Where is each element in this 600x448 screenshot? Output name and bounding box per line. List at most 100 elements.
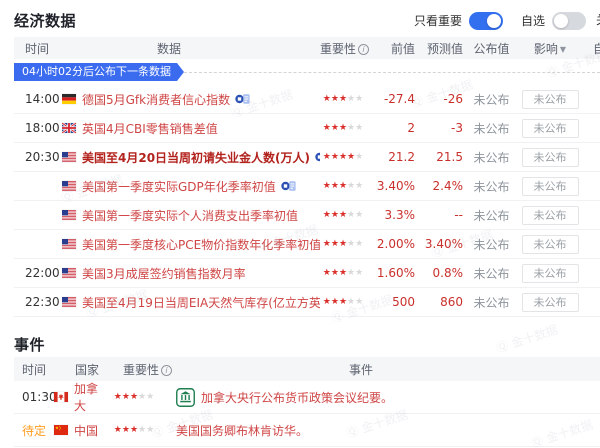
previous-value: 2	[366, 121, 415, 135]
forecast-value: 860	[415, 295, 463, 309]
row-indicator: 美国第一季度核心PCE物价指数年化季率初值	[62, 236, 320, 253]
col-time: 时间	[14, 361, 54, 378]
economic-data-row[interactable]: 18:00 英国4月CBI零售销售差值 ★★★★★ 2 -3 未公布 未公布	[14, 114, 600, 143]
importance-stars: ★★★★★	[320, 268, 366, 278]
row-time: 14:00	[14, 92, 62, 106]
economic-data-row[interactable]: 美国第一季度实际GDP年化季率初值 ★★★★★ 3.40% 2.4% 未公布 未…	[14, 172, 600, 201]
col-impact-sort[interactable]: 影响▼	[520, 40, 580, 57]
forecast-value: 21.5	[415, 150, 463, 164]
event-country: 中国	[54, 422, 106, 439]
impact-cell: 未公布	[520, 206, 580, 225]
forecast-value: -3	[415, 121, 463, 135]
published-value: 未公布	[463, 149, 520, 166]
impact-badge: 未公布	[522, 119, 579, 138]
country-name: 中国	[74, 422, 98, 439]
country-name: 加拿大	[74, 380, 106, 414]
indicator-name[interactable]: 美国至4月19日当周EIA天然气库存(亿立方英尺)	[82, 294, 320, 311]
country-flag-icon	[62, 152, 76, 162]
event-cell: 加拿大央行公布货币政策会议纪要。	[162, 388, 600, 407]
country-flag-icon	[62, 210, 76, 220]
indicator-name[interactable]: 美国第一季度核心PCE物价指数年化季率初值	[82, 236, 320, 253]
event-row[interactable]: 待定 中国 ★★★★★ 美国国务卿布林肯访华。	[14, 414, 600, 447]
economic-data-row[interactable]: 美国第一季度核心PCE物价指数年化季率初值 ★★★★★ 2.00% 3.40% …	[14, 230, 600, 259]
events-title: 事件	[14, 334, 600, 354]
impact-cell: 未公布	[520, 177, 580, 196]
col-published: 公布值	[463, 40, 520, 57]
dashed-timeline	[184, 72, 600, 73]
importance-stars: ★★★★★	[320, 181, 366, 191]
impact-badge: 未公布	[522, 264, 579, 283]
col-importance: 重要性i	[320, 40, 366, 57]
indicator-name[interactable]: 美国第一季度实际GDP年化季率初值	[82, 178, 276, 195]
economic-data-row[interactable]: 14:00 德国5月Gfk消费者信心指数 ★★★★★ -27.4 -26 未公布…	[14, 85, 600, 114]
col-forecast: 预测值	[415, 40, 463, 57]
importance-stars: ★★★★★	[320, 152, 366, 162]
history-data-icon[interactable]	[235, 93, 250, 105]
row-indicator: 美国3月成屋签约销售指数月率	[62, 265, 320, 282]
event-rows: 01:30 加拿大 ★★★★★ 加拿大央行公布货币政策会议纪要。 待定 中国 ★…	[0, 381, 600, 447]
country-flag-icon	[62, 297, 76, 307]
importance-stars: ★★★★★	[106, 392, 162, 402]
row-time: 18:00	[14, 121, 62, 135]
event-text[interactable]: 美国国务卿布林肯访华。	[176, 422, 308, 439]
previous-value: 3.40%	[366, 179, 415, 193]
event-text[interactable]: 加拿大央行公布货币政策会议纪要。	[201, 389, 393, 406]
impact-cell: 未公布	[520, 90, 580, 109]
indicator-name[interactable]: 德国5月Gfk消费者信心指数	[82, 91, 230, 108]
importance-stars: ★★★★★	[320, 297, 366, 307]
economic-data-row[interactable]: 22:00 美国3月成屋签约销售指数月率 ★★★★★ 1.60% 0.8% 未公…	[14, 259, 600, 288]
previous-value: 1.60%	[366, 266, 415, 280]
col-event: 事件	[162, 361, 600, 378]
event-time: 01:30	[14, 390, 54, 404]
clipped-edge-text: 关	[596, 11, 600, 28]
impact-badge: 未公布	[522, 206, 579, 225]
filter-custom-toggle[interactable]	[552, 12, 586, 30]
row-time: 20:30	[14, 150, 62, 164]
economic-data-row[interactable]: 22:30 美国至4月19日当周EIA天然气库存(亿立方英尺) ★★★★★ 50…	[14, 288, 600, 317]
row-indicator: 美国至4月19日当周EIA天然气库存(亿立方英尺)	[62, 294, 320, 311]
col-data: 数据	[62, 40, 320, 57]
published-value: 未公布	[463, 207, 520, 224]
indicator-name[interactable]: 美国第一季度实际个人消费支出季率初值	[82, 207, 298, 224]
country-flag-icon	[62, 94, 76, 104]
forecast-value: -26	[415, 92, 463, 106]
impact-badge: 未公布	[522, 235, 579, 254]
row-indicator: 美国第一季度实际个人消费支出季率初值	[62, 207, 320, 224]
country-flag-icon	[62, 239, 76, 249]
previous-value: 2.00%	[366, 237, 415, 251]
indicator-name[interactable]: 美国至4月20日当周初请失业金人数(万人)	[82, 149, 310, 166]
importance-stars: ★★★★★	[320, 210, 366, 220]
row-indicator: 美国至4月20日当周初请失业金人数(万人)	[62, 149, 320, 166]
economic-table-header: 时间 数据 重要性i 前值 预测值 公布值 影响▼ 自选	[14, 37, 600, 59]
filter-custom-label: 自选	[521, 12, 545, 29]
published-value: 未公布	[463, 265, 520, 282]
indicator-name[interactable]: 美国3月成屋签约销售指数月率	[82, 265, 246, 282]
previous-value: -27.4	[366, 92, 415, 106]
published-value: 未公布	[463, 120, 520, 137]
importance-stars: ★★★★★	[320, 94, 366, 104]
previous-value: 21.2	[366, 150, 415, 164]
economic-data-row[interactable]: 20:30 美国至4月20日当周初请失业金人数(万人) ★★★★★ 21.2 2…	[14, 143, 600, 172]
event-country: 加拿大	[54, 380, 106, 414]
economic-calendar-app: Ⓠ 金十数据 Ⓠ 金十数据 Ⓠ 金十数据 Ⓠ 金十数据 Ⓠ 金十数据 Ⓠ 金十数…	[0, 0, 600, 448]
indicator-name[interactable]: 英国4月CBI零售销售差值	[82, 120, 218, 137]
filter-important-toggle[interactable]	[469, 12, 503, 30]
bank-icon	[176, 388, 195, 407]
col-clipped: 自选	[580, 40, 600, 57]
history-data-icon[interactable]	[281, 180, 296, 192]
impact-cell: 未公布	[520, 119, 580, 138]
country-flag-icon	[54, 392, 68, 402]
row-indicator: 美国第一季度实际GDP年化季率初值	[62, 178, 320, 195]
economic-data-row[interactable]: 美国第一季度实际个人消费支出季率初值 ★★★★★ 3.3% -- 未公布 未公布	[14, 201, 600, 230]
col-previous: 前值	[366, 40, 415, 57]
event-row[interactable]: 01:30 加拿大 ★★★★★ 加拿大央行公布货币政策会议纪要。	[14, 381, 600, 414]
country-flag-icon	[62, 123, 76, 133]
toggle-knob	[554, 14, 568, 28]
economic-rows: 14:00 德国5月Gfk消费者信心指数 ★★★★★ -27.4 -26 未公布…	[0, 85, 600, 317]
forecast-value: --	[415, 208, 463, 222]
col-time: 时间	[14, 40, 62, 57]
countdown-ribbon: 04小时02分后公布下一条数据	[14, 63, 184, 81]
event-cell: 美国国务卿布林肯访华。	[162, 422, 600, 439]
row-time: 22:30	[14, 295, 62, 309]
page-title: 经济数据	[14, 10, 76, 31]
